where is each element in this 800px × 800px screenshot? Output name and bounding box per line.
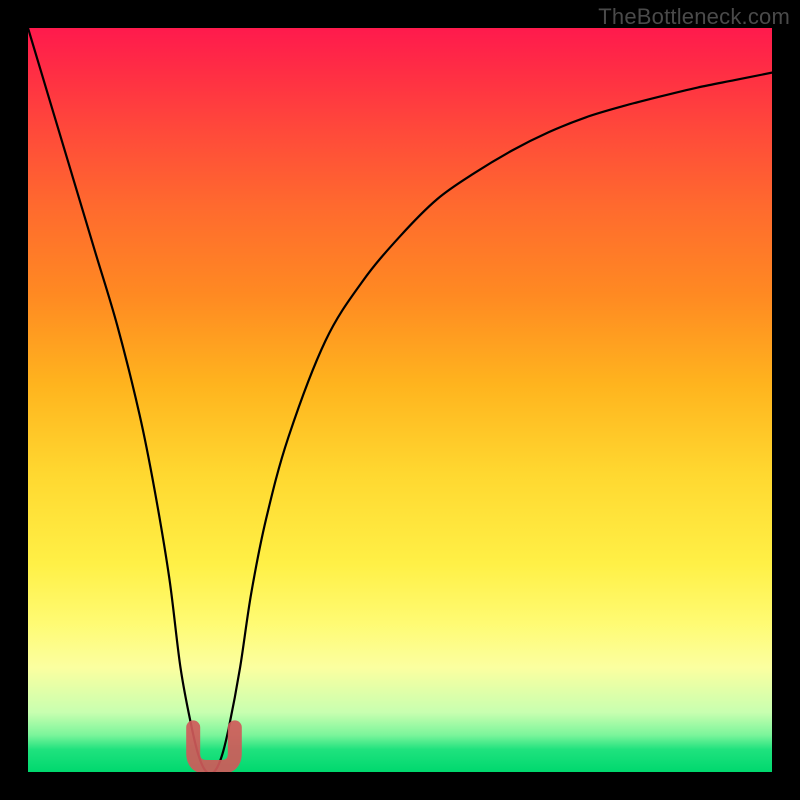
chart-frame: TheBottleneck.com xyxy=(0,0,800,800)
watermark-text: TheBottleneck.com xyxy=(598,4,790,30)
bottleneck-curve xyxy=(28,28,772,772)
plot-area xyxy=(28,28,772,772)
